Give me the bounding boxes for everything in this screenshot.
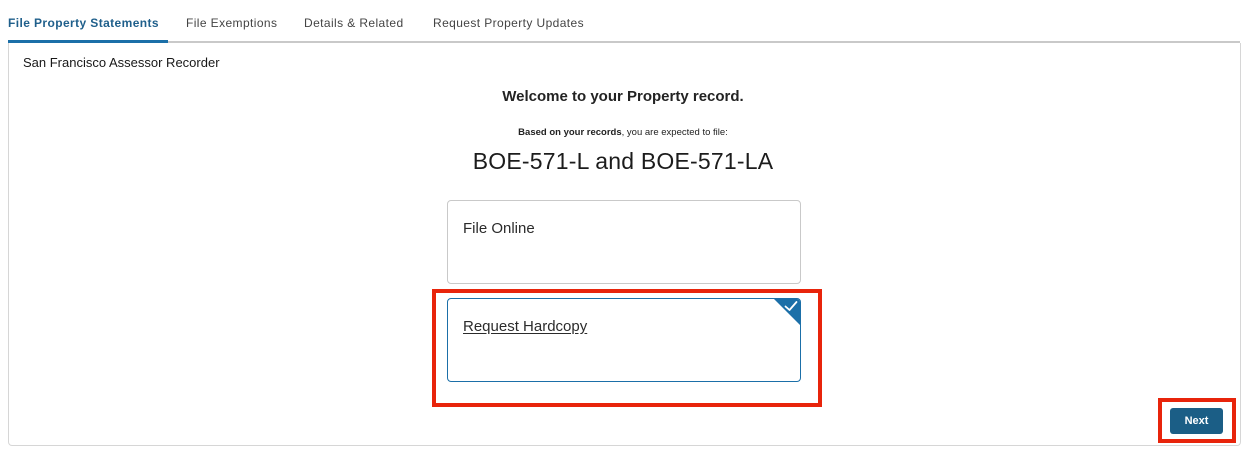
tab-bar: File Property Statements File Exemptions… — [8, 0, 1240, 43]
organization-name: San Francisco Assessor Recorder — [23, 55, 220, 70]
required-forms: BOE-571-L and BOE-571-LA — [472, 148, 774, 174]
request-hardcopy-option[interactable]: Request Hardcopy — [447, 298, 801, 382]
checkmark-icon — [784, 301, 798, 311]
expected-filing-rest: , you are expected to file: — [621, 127, 728, 138]
welcome-heading: Welcome to your Property record. — [502, 88, 744, 105]
tab-file-exemptions[interactable]: File Exemptions — [186, 16, 277, 30]
expected-filing-text: Based on your records, you are expected … — [0, 127, 1246, 138]
tab-details-related[interactable]: Details & Related — [304, 16, 404, 30]
tab-file-property-statements[interactable]: File Property Statements — [8, 16, 159, 30]
request-hardcopy-label: Request Hardcopy — [463, 318, 588, 335]
file-online-option[interactable]: File Online — [447, 200, 801, 284]
expected-filing-emphasis: Based on your records — [518, 127, 622, 138]
next-button[interactable]: Next — [1170, 408, 1223, 434]
file-online-label: File Online — [463, 220, 535, 237]
tab-request-property-updates[interactable]: Request Property Updates — [433, 16, 584, 30]
